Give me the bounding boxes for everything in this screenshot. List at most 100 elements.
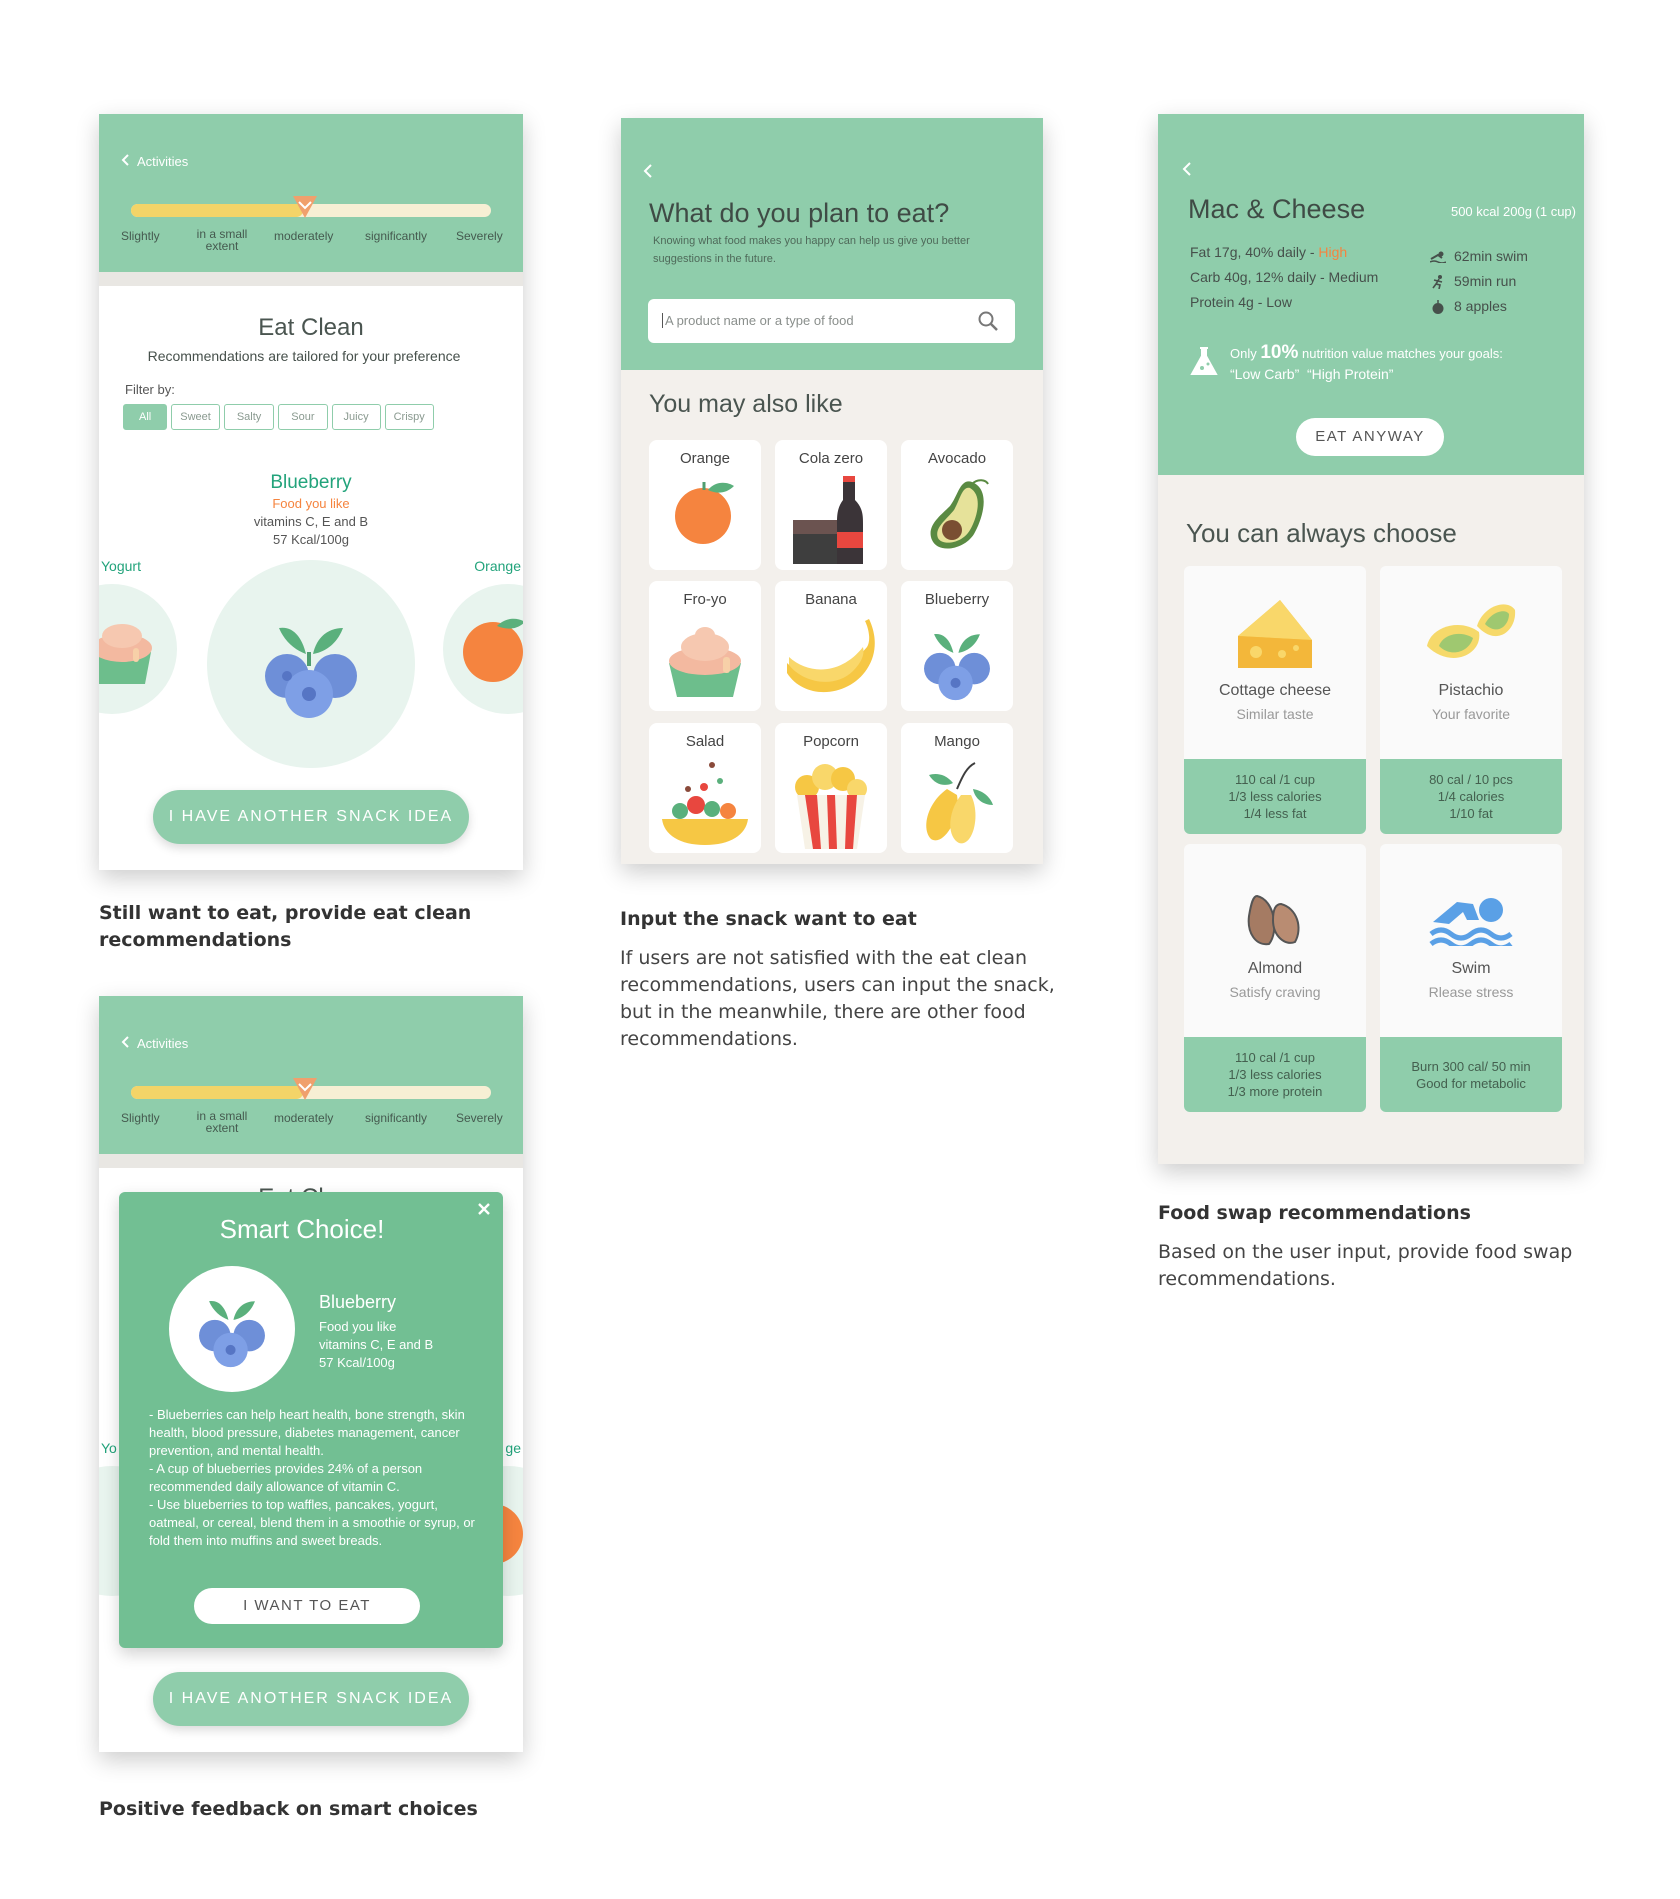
filter-chip-sweet[interactable]: Sweet [171, 404, 220, 430]
slider-label: Slightly [121, 229, 160, 243]
page-title: Mac & Cheese [1188, 194, 1366, 224]
food-tile[interactable]: Orange [649, 440, 761, 570]
run-icon [1432, 274, 1443, 289]
equivalents: 62min swim 59min run 8 apples [1430, 244, 1528, 319]
filter-chip-juicy[interactable]: Juicy [331, 404, 381, 430]
filter-chip-salty[interactable]: Salty [223, 404, 275, 430]
stat-line: 80 cal / 10 pcs [1429, 772, 1513, 787]
chevron-left-icon [121, 154, 129, 169]
food-facts: - Blueberries can help heart health, bon… [149, 1407, 475, 1548]
banana-icon [787, 619, 875, 693]
apples-info: 8 apples [1454, 298, 1507, 314]
swap-card-pistachio[interactable]: Pistachio Your favorite 80 cal / 10 pcs … [1380, 566, 1562, 834]
protein-info: Protein 4g - Low [1190, 294, 1292, 310]
fat-level: High [1318, 244, 1348, 260]
search-header: What do you plan to eat? Knowing what fo… [621, 118, 1043, 370]
food-tile[interactable]: Blueberry [901, 581, 1013, 711]
back-button[interactable] [643, 164, 652, 183]
left-food-label[interactable]: Yogurt [101, 558, 141, 574]
screen-plan-to-eat: What do you plan to eat? Knowing what fo… [621, 118, 1043, 864]
food-tile[interactable]: Fro-yo [649, 581, 761, 711]
food-name: Blueberry [270, 472, 352, 493]
stat-line: 1/3 less calories [1228, 1067, 1322, 1082]
slider-label: significantly [365, 229, 428, 243]
another-snack-button[interactable]: I HAVE ANOTHER SNACK IDEA [153, 1672, 469, 1726]
caption-input-snack-body: If users are not satisfied with the eat … [620, 947, 1055, 1050]
food-tile[interactable]: Mango [901, 723, 1013, 853]
back-label: Activities [137, 154, 189, 169]
intensity-slider[interactable] [131, 196, 491, 218]
orange-thumb[interactable] [443, 584, 523, 714]
search-input[interactable]: A product name or a type of food [648, 299, 1015, 343]
food-tile[interactable]: Salad [649, 723, 761, 853]
slider-label: significantly [365, 1111, 428, 1125]
food-tile[interactable]: Cola zero [775, 440, 887, 570]
search-icon[interactable] [977, 310, 999, 332]
food-tile[interactable]: Popcorn [775, 723, 887, 853]
stat-line: 1/4 less fat [1243, 806, 1307, 821]
avocado-icon [930, 479, 989, 549]
back-button[interactable]: Activities [121, 154, 188, 169]
back-button[interactable] [1182, 162, 1191, 181]
slider-label: in a small extent [196, 227, 248, 253]
selected-food-circle[interactable] [207, 560, 415, 768]
slider-label: Severely [456, 1111, 503, 1125]
swap-reason: Rlease stress [1428, 984, 1514, 1000]
food-tile[interactable]: Avocado [901, 440, 1013, 570]
stat-line: 110 cal /1 cup [1235, 1050, 1315, 1065]
orange-icon [463, 618, 523, 682]
swap-stats: 110 cal /1 cup 1/3 less calories 1/4 les… [1184, 759, 1366, 834]
goal-tags: “Low Carb” “High Protein” [1230, 366, 1394, 382]
back-button[interactable]: Activities [121, 1036, 188, 1051]
food-tag: Food you like [272, 496, 350, 511]
pistachio-icon [1427, 604, 1516, 658]
another-snack-button[interactable]: I HAVE ANOTHER SNACK IDEA [153, 790, 469, 844]
back-label: Activities [137, 1036, 189, 1051]
match-suffix: nutrition value matches your goals: [1298, 346, 1503, 361]
screen-eat-clean: Activities Slightly in a small extent mo… [99, 114, 523, 870]
food-label: Blueberry [924, 591, 990, 608]
swap-card-cottage-cheese[interactable]: Cottage cheese Similar taste 110 cal /1 … [1184, 566, 1366, 834]
filter-chip-crispy[interactable]: Crispy [384, 404, 434, 430]
stat-line: Good for metabolic [1416, 1075, 1526, 1091]
page-subtitle: Recommendations are tailored for your pr… [147, 348, 461, 364]
orange-icon [675, 482, 734, 544]
slider-label: Severely [456, 229, 503, 243]
swap-reason: Satisfy craving [1229, 984, 1321, 1000]
swap-card-swim[interactable]: Swim Rlease stress Burn 300 cal/ 50 min … [1380, 844, 1562, 1112]
food-avatar [169, 1266, 295, 1392]
eat-anyway-button[interactable]: EAT ANYWAY [1296, 418, 1444, 456]
salad-icon [662, 762, 748, 845]
modal-title: Smart Choice! [219, 1214, 385, 1244]
filter-chips: All Sweet Salty Sour Juicy Crispy [123, 404, 438, 430]
swap-card-almond[interactable]: Almond Satisfy craving 110 cal /1 cup 1/… [1184, 844, 1366, 1112]
swap-name: Cottage cheese [1218, 682, 1332, 699]
right-food-label: ge [505, 1440, 521, 1456]
yogurt-icon [99, 624, 152, 684]
slider-thumb[interactable] [291, 1076, 319, 1107]
swap-name: Pistachio [1438, 682, 1504, 699]
mood-header: Activities Slightly in a small extent mo… [99, 114, 523, 272]
stat-line: Burn 300 cal/ 50 min [1411, 1058, 1531, 1074]
food-kcal: 57 Kcal/100g [319, 1355, 395, 1370]
chevron-left-icon [121, 1036, 129, 1051]
swap-stats: 80 cal / 10 pcs 1/4 calories 1/10 fat [1380, 759, 1562, 834]
slider-thumb[interactable] [291, 194, 319, 225]
slider-label: Slightly [121, 1111, 160, 1125]
stat-line: 1/10 fat [1449, 806, 1493, 821]
filter-chip-all[interactable]: All [123, 404, 168, 430]
caption-food-swap: Food swap recommendations [1158, 1202, 1471, 1224]
stat-line: 1/3 less calories [1228, 789, 1322, 804]
food-label: Mango [934, 733, 980, 750]
food-vitamins: vitamins C, E and B [319, 1337, 434, 1352]
swimmer-icon [1429, 898, 1513, 946]
yogurt-thumb[interactable] [99, 584, 177, 714]
food-tile[interactable]: Banana [775, 581, 887, 711]
right-food-label[interactable]: Orange [474, 558, 521, 574]
swim-icon [1430, 251, 1446, 263]
blueberry-icon [199, 1300, 265, 1368]
froyo-icon [669, 627, 741, 697]
want-to-eat-button[interactable]: I WANT TO EAT [194, 1588, 420, 1624]
filter-chip-sour[interactable]: Sour [278, 404, 328, 430]
intensity-slider[interactable] [131, 1078, 491, 1100]
